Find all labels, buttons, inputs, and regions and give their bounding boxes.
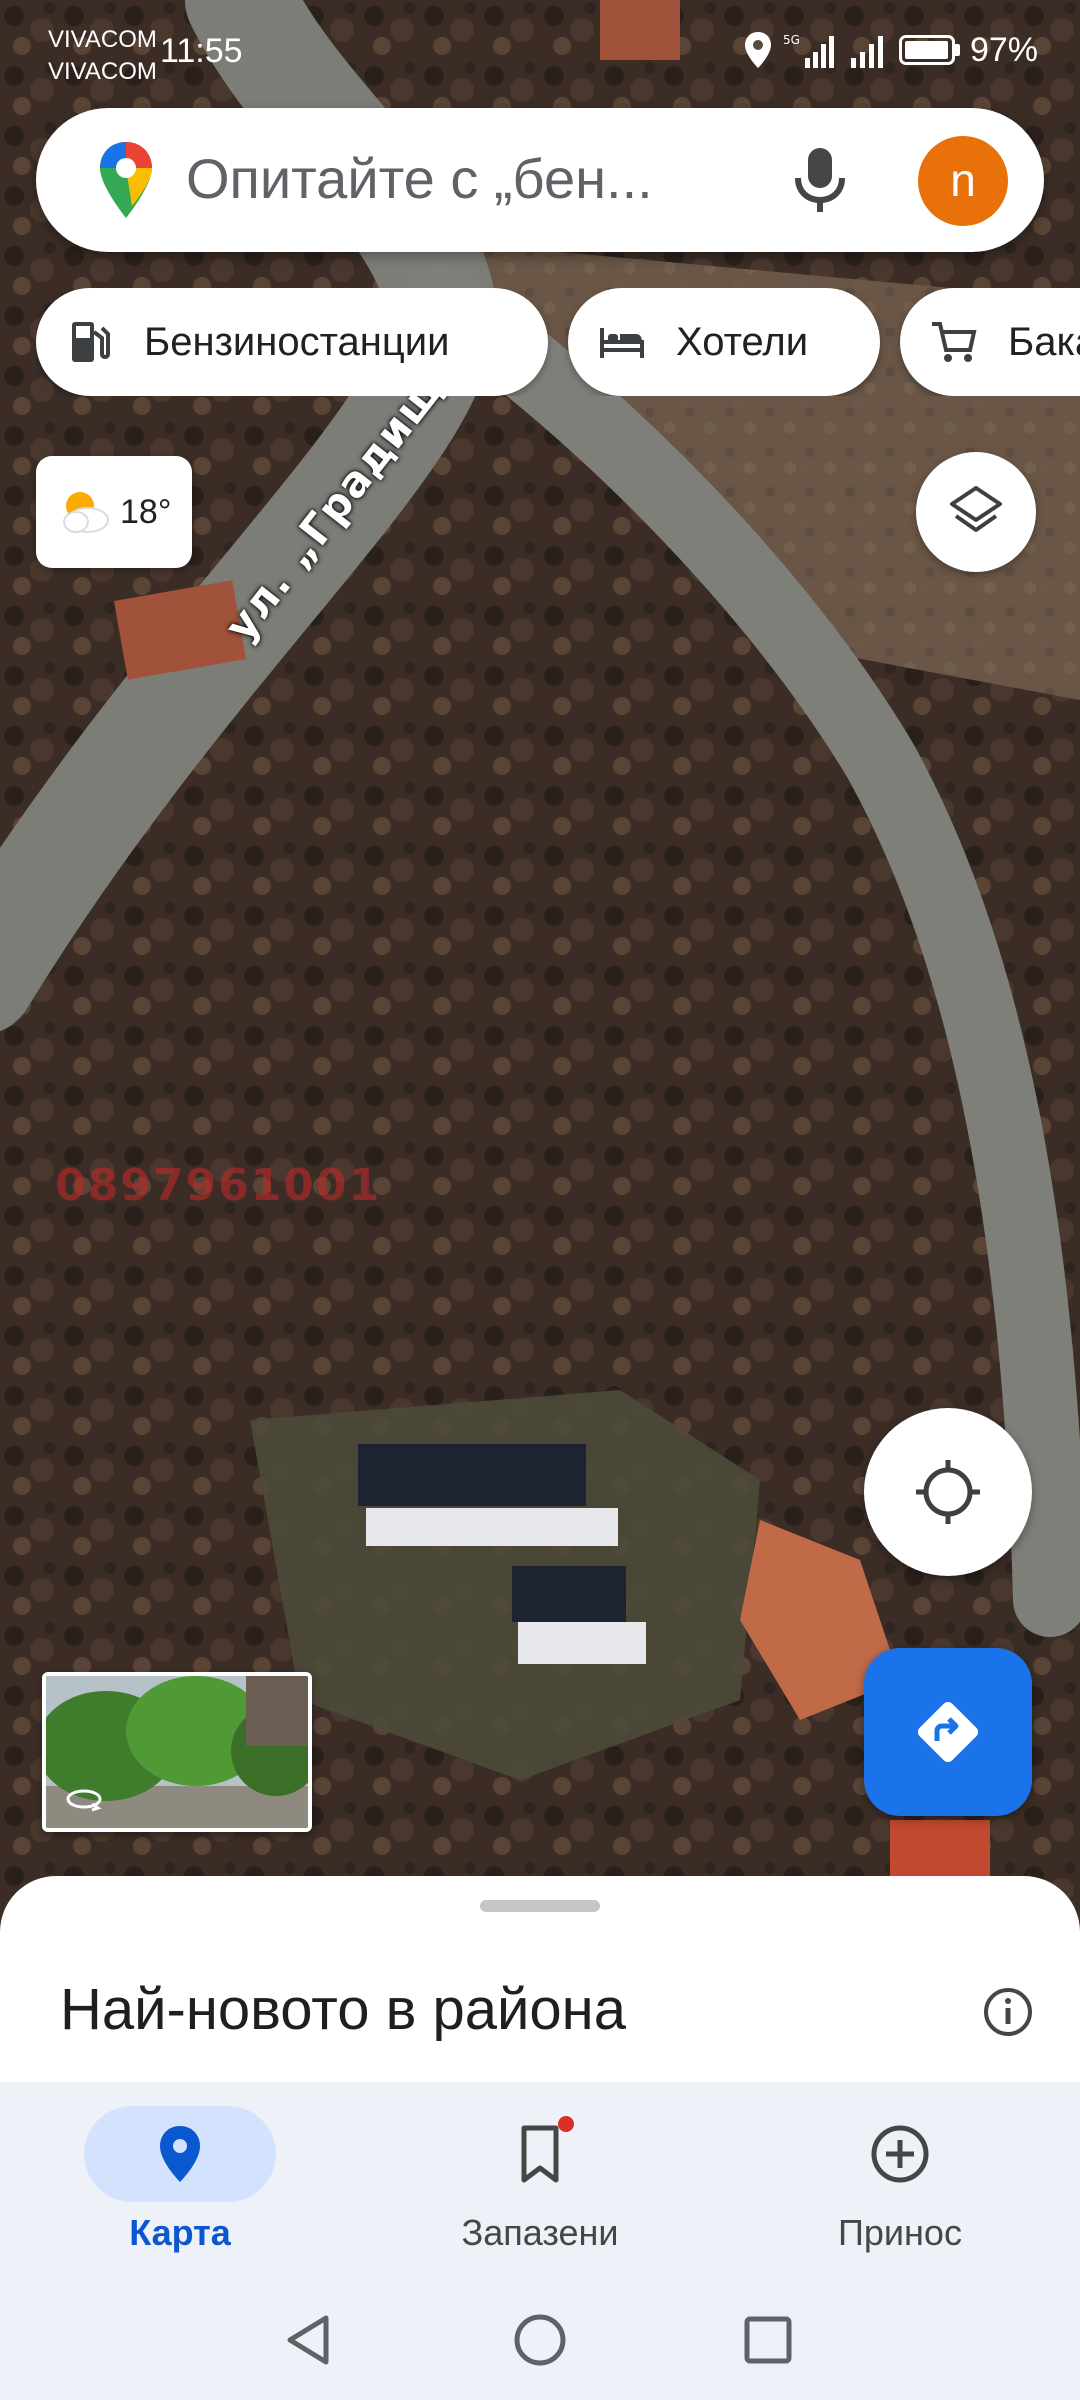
- location-icon: [744, 32, 771, 68]
- weather-widget[interactable]: 18°: [36, 456, 192, 568]
- signal-5g-icon: 5G: [783, 33, 834, 68]
- nav-contribute[interactable]: Принос: [720, 2082, 1080, 2280]
- bottom-navigation: Карта Запазени Принос: [0, 2082, 1080, 2280]
- home-circle-icon: [514, 2314, 566, 2366]
- microphone-icon[interactable]: [788, 146, 852, 214]
- system-navigation-bar: [0, 2280, 1080, 2400]
- account-avatar[interactable]: n: [918, 136, 1008, 226]
- battery-percent: 97%: [969, 30, 1038, 69]
- svg-text:5G: 5G: [783, 33, 800, 47]
- carrier-2: VIVACOM: [48, 58, 157, 85]
- recents-square-icon: [744, 2316, 792, 2364]
- carrier-names: VIVACOM VIVACOM: [48, 24, 157, 88]
- map-pin-icon: [160, 2126, 200, 2182]
- my-location-button[interactable]: [864, 1408, 1032, 1576]
- satellite-imagery: [0, 0, 1080, 1900]
- nav-label: Принос: [838, 2212, 962, 2253]
- nav-explore[interactable]: Карта: [0, 2082, 360, 2280]
- maps-screen: ул. „Градище“ 0897961001 VIVACOM VIVACOM…: [0, 0, 1080, 2400]
- chip-gas-stations[interactable]: Бензиностанции: [36, 288, 548, 396]
- category-chips: Бензиностанции Хотели Бака: [36, 288, 1080, 396]
- bottom-sheet[interactable]: Най-новото в района: [0, 1876, 1080, 2086]
- chip-hotels[interactable]: Хотели: [568, 288, 880, 396]
- chip-label: Хотели: [676, 319, 809, 364]
- status-bar: VIVACOM VIVACOM 11:55 5G 97%: [0, 0, 1080, 100]
- sheet-drag-handle[interactable]: [480, 1900, 600, 1912]
- search-input[interactable]: Опитайте с „бен...: [186, 146, 653, 211]
- rotate-360-icon: [66, 1789, 102, 1812]
- battery-tip: [954, 44, 960, 56]
- recents-button[interactable]: [732, 2304, 804, 2376]
- battery-icon: [898, 35, 955, 65]
- cart-icon: [932, 322, 977, 362]
- nav-label: Запазени: [461, 2212, 619, 2253]
- clock: 11:55: [160, 32, 243, 70]
- signal-icon: [850, 36, 883, 68]
- chip-groceries[interactable]: Бака: [900, 288, 1080, 396]
- partly-cloudy-icon: [63, 492, 109, 533]
- add-circle-icon: [871, 2125, 929, 2183]
- search-bar[interactable]: Опитайте с „бен... n: [36, 108, 1044, 252]
- info-icon[interactable]: [982, 1986, 1034, 2038]
- chip-label: Бензиностанции: [144, 319, 450, 364]
- directions-button[interactable]: [864, 1648, 1032, 1816]
- status-icons: 5G 97%: [743, 30, 1038, 70]
- back-button[interactable]: [272, 2304, 344, 2376]
- notification-dot: [558, 2116, 574, 2132]
- watermark-text: 0897961001: [55, 1160, 382, 1211]
- carrier-1: VIVACOM: [48, 26, 157, 53]
- satellite-map[interactable]: ул. „Градище“ 0897961001: [0, 0, 1080, 1900]
- layers-button[interactable]: [916, 452, 1036, 572]
- crosshair-icon: [916, 1460, 980, 1524]
- back-triangle-icon: [287, 2315, 329, 2365]
- google-maps-logo-icon: [100, 142, 152, 218]
- home-button[interactable]: [504, 2304, 576, 2376]
- sheet-title: Най-новото в района: [60, 1977, 626, 2042]
- directions-icon: [917, 1701, 979, 1763]
- nav-saved[interactable]: Запазени: [360, 2082, 720, 2280]
- gas-station-icon: [72, 322, 110, 362]
- temperature: 18°: [120, 492, 172, 531]
- bed-icon: [600, 328, 644, 358]
- layers-icon: [950, 486, 1002, 532]
- street-view-thumbnail[interactable]: [42, 1672, 312, 1832]
- chip-label: Бака: [1008, 319, 1080, 364]
- bookmark-icon: [521, 2125, 559, 2183]
- nav-label: Карта: [129, 2212, 231, 2253]
